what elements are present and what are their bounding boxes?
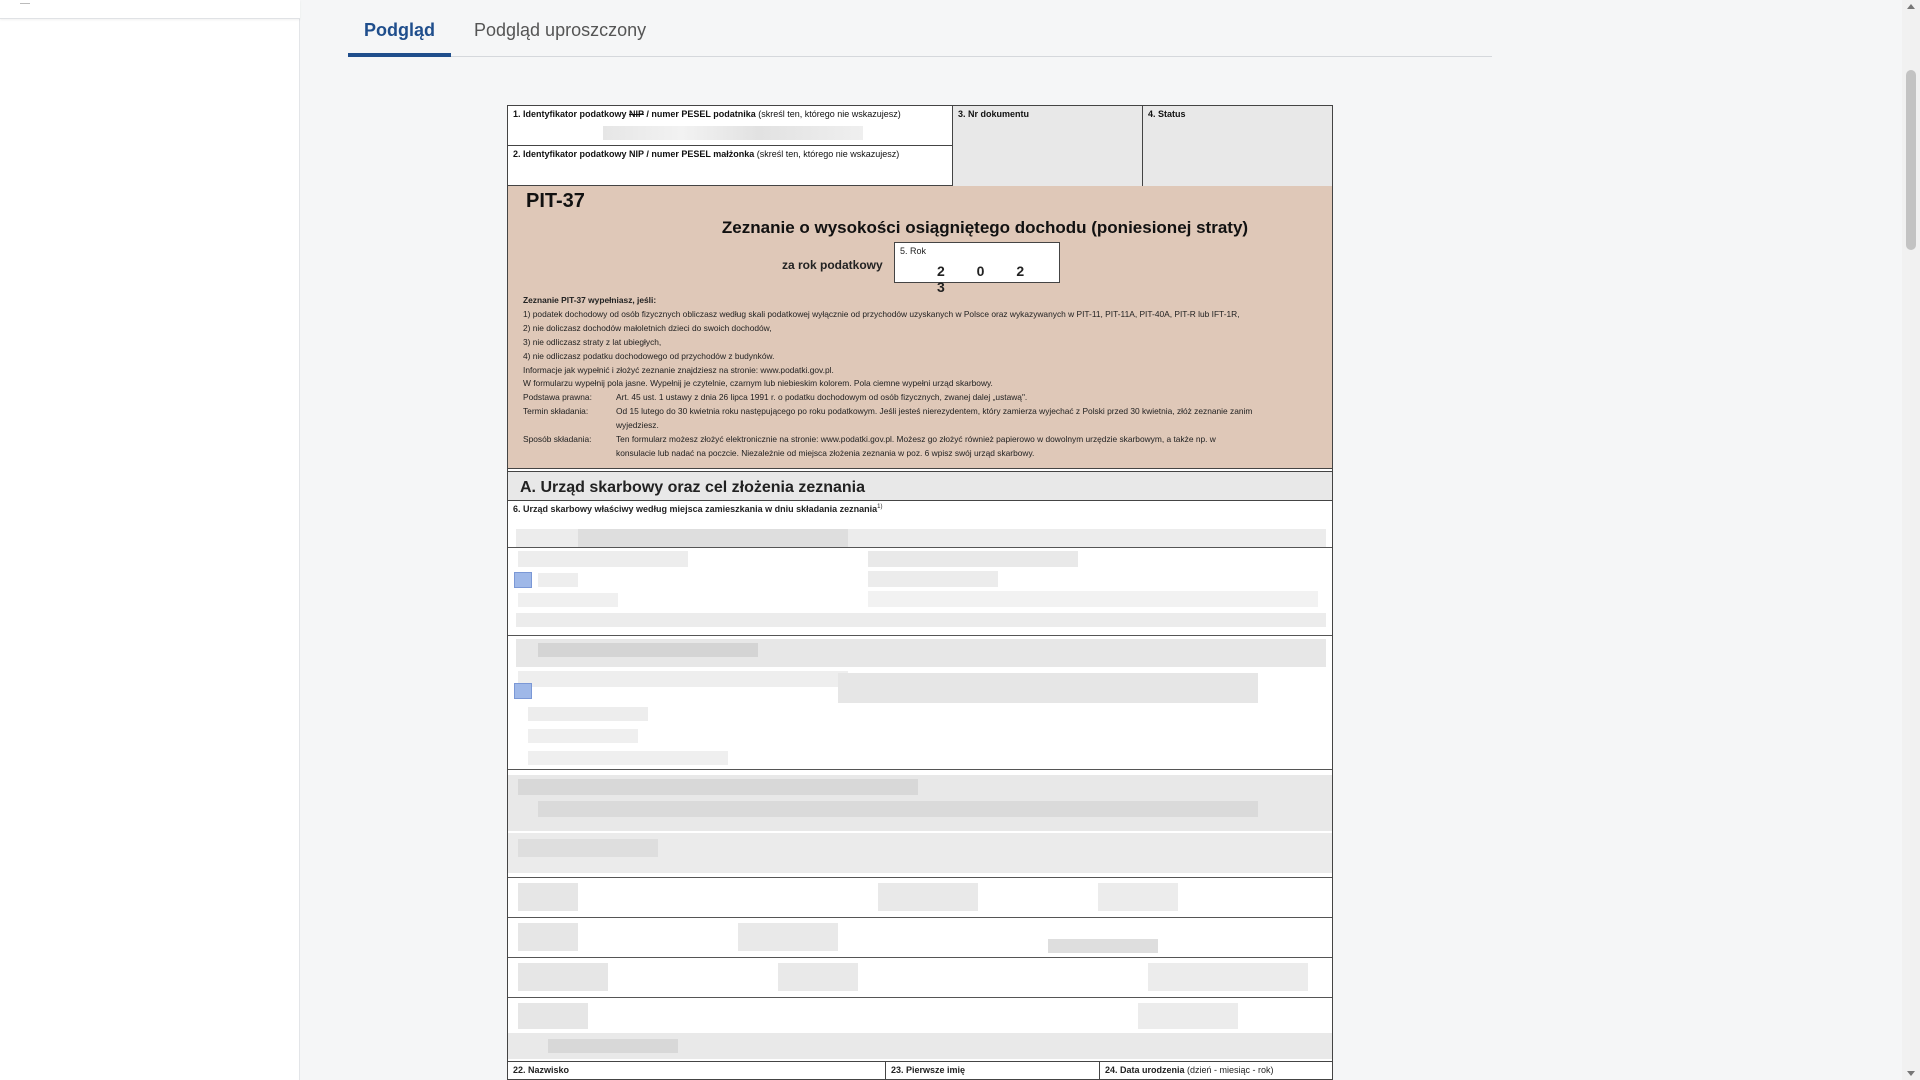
form-instructions: Zeznanie PIT-37 wypełniasz, jeśli: 1) po… <box>523 295 1253 458</box>
tab-podglad[interactable]: Podgląd <box>348 0 451 57</box>
personal-data-row: 22. Nazwisko 23. Pierwsze imię 24. Data … <box>508 1061 1332 1080</box>
field-4-status: 4. Status <box>1143 106 1332 186</box>
year-value: 2 0 2 3 <box>937 263 1039 295</box>
field-5-year[interactable]: 5. Rok 2 0 2 3 <box>894 242 1060 295</box>
form-title-block: PIT-37 Zeznanie o wysokości osiągniętego… <box>508 186 1332 469</box>
sidebar-top-card[interactable] <box>0 0 300 19</box>
form-header-row: 1. Identyfikator podatkowy NIP / numer P… <box>508 106 1332 186</box>
field-6-tax-office-label: 6. Urząd skarbowy właściwy według miejsc… <box>513 504 883 514</box>
redacted-form-area <box>508 521 1332 1061</box>
field-23-first-name[interactable]: 23. Pierwsze imię <box>886 1062 1100 1080</box>
tab-bar: Podgląd Podgląd uproszczony <box>348 0 1492 57</box>
scrollbar-thumb[interactable] <box>1906 70 1916 250</box>
page-scrollbar[interactable] <box>1902 0 1920 1080</box>
checkbox-selected-2[interactable] <box>514 683 532 699</box>
pit37-form-document: 1. Identyfikator podatkowy NIP / numer P… <box>507 105 1333 1080</box>
form-code: PIT-37 <box>526 190 585 212</box>
field-1-taxpayer-id[interactable]: 1. Identyfikator podatkowy NIP / numer P… <box>508 106 953 146</box>
checkbox-selected[interactable] <box>514 572 532 588</box>
field-22-surname[interactable]: 22. Nazwisko <box>508 1062 886 1080</box>
field-24-birth-date[interactable]: 24. Data urodzenia (dzień - miesiąc - ro… <box>1100 1062 1332 1080</box>
taxpayer-id-redacted <box>603 126 863 140</box>
field-3-document-number: 3. Nr dokumentu <box>953 106 1143 186</box>
section-a-heading: A. Urząd skarbowy oraz cel złożenia zezn… <box>508 471 1332 501</box>
menu-icon <box>20 0 30 4</box>
field-2-spouse-id[interactable]: 2. Identyfikator podatkowy NIP / numer P… <box>508 146 953 186</box>
year-label: za rok podatkowy <box>782 258 883 272</box>
scroll-up-icon[interactable] <box>1907 4 1915 9</box>
identifiers-cell: 1. Identyfikator podatkowy NIP / numer P… <box>508 106 953 186</box>
sidebar <box>0 0 300 1080</box>
scroll-down-icon[interactable] <box>1907 1071 1915 1076</box>
form-title: Zeznanie o wysokości osiągniętego dochod… <box>721 218 1249 237</box>
tab-podglad-uproszczony[interactable]: Podgląd uproszczony <box>458 0 662 57</box>
